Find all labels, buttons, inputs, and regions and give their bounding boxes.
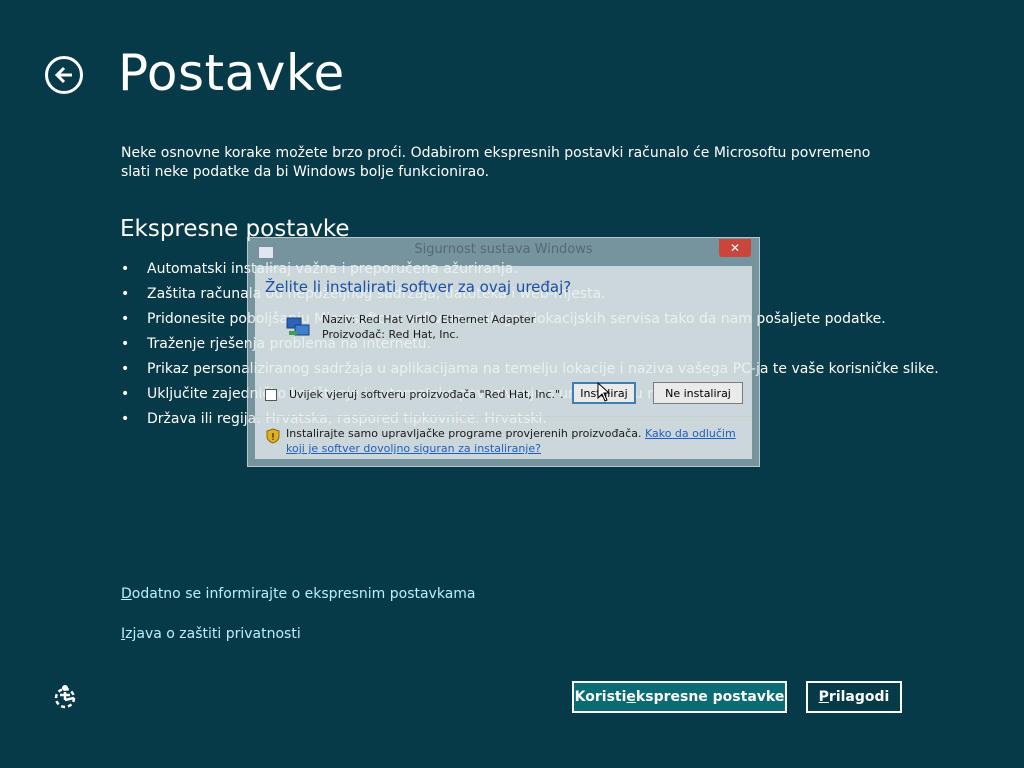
page-title: Postavke (118, 44, 345, 102)
privacy-statement-link[interactable]: Izjava o zaštiti privatnosti (121, 626, 301, 642)
bullet-icon: • (121, 336, 130, 352)
dialog-footer: Instalirajte samo upravljačke programe p… (286, 427, 736, 455)
device-info: Naziv: Red Hat VirtIO Ethernet Adapter P… (322, 312, 535, 342)
dialog-question: Želite li instalirati softver za ovaj ur… (265, 278, 572, 296)
mouse-pointer-icon (597, 382, 611, 402)
learn-more-link[interactable]: Dodatno se informirajte o ekspresnim pos… (121, 586, 476, 602)
customize-button[interactable]: Prilagodi (806, 681, 902, 713)
back-button[interactable] (45, 56, 83, 94)
close-button[interactable]: ✕ (719, 239, 751, 257)
svg-text:!: ! (271, 432, 275, 443)
always-trust-row[interactable]: Uvijek vjeruj softveru proizvođača "Red … (265, 388, 564, 401)
always-trust-label: Uvijek vjeruj softveru proizvođača "Red … (289, 388, 564, 401)
bullet-icon: • (121, 286, 130, 302)
bullet-icon: • (121, 361, 130, 377)
always-trust-checkbox[interactable] (265, 388, 277, 401)
intro-text: Neke osnovne korake možete brzo proći. O… (121, 145, 871, 180)
device-publisher: Proizvođač: Red Hat, Inc. (322, 328, 459, 341)
divider (255, 416, 752, 417)
close-icon: ✕ (729, 241, 741, 255)
use-express-settings-button[interactable]: Koristi e kspresne postavke (572, 681, 787, 713)
shield-warning-icon: ! (266, 428, 280, 444)
bullet-icon: • (121, 311, 130, 327)
ease-of-access-icon[interactable] (52, 684, 80, 710)
network-adapter-icon (286, 317, 310, 336)
bullet-icon: • (121, 386, 130, 402)
device-name: Naziv: Red Hat VirtIO Ethernet Adapter (322, 313, 536, 326)
bullet-icon: • (121, 261, 130, 277)
dialog-body: Želite li instalirati softver za ovaj ur… (255, 266, 752, 459)
dialog-title: Sigurnost sustava Windows (414, 242, 593, 257)
windows-security-dialog: Sigurnost sustava Windows ✕ Želite li in… (247, 237, 760, 467)
bullet-icon: • (121, 411, 130, 427)
back-arrow-icon (54, 66, 72, 84)
dont-install-button[interactable]: Ne instaliraj (653, 382, 743, 404)
